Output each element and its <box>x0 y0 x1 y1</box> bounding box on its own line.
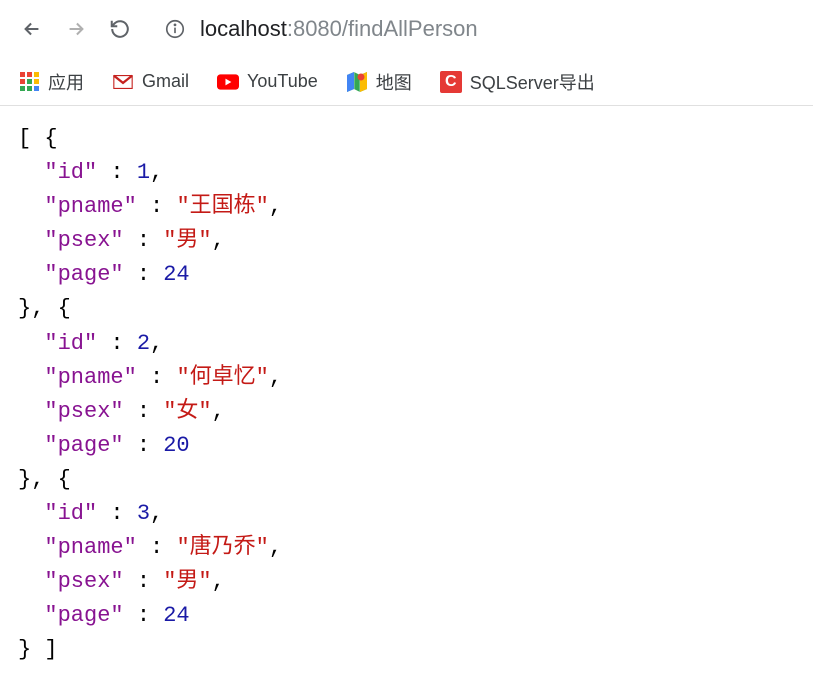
arrow-right-icon <box>65 18 87 40</box>
reload-button[interactable] <box>100 9 140 49</box>
bookmarks-bar: 应用 Gmail YouTube 地图 C SQLServer导出 <box>0 58 813 106</box>
bookmark-label: SQLServer导出 <box>470 69 595 95</box>
c-icon: C <box>440 71 462 93</box>
youtube-icon <box>217 71 239 93</box>
bookmark-apps[interactable]: 应用 <box>12 65 90 99</box>
json-response-body: [ { "id" : 1, "pname" : "王国栋", "psex" : … <box>0 106 813 684</box>
reload-icon <box>109 18 131 40</box>
browser-toolbar: localhost:8080/findAllPerson <box>0 0 813 58</box>
bookmark-label: YouTube <box>247 71 318 92</box>
bookmark-youtube[interactable]: YouTube <box>211 67 324 97</box>
bookmark-gmail[interactable]: Gmail <box>106 67 195 97</box>
arrow-left-icon <box>21 18 43 40</box>
apps-icon <box>18 71 40 93</box>
info-icon <box>164 18 186 40</box>
maps-icon <box>346 71 368 93</box>
bookmark-label: Gmail <box>142 71 189 92</box>
bookmark-label: 应用 <box>48 69 84 95</box>
bookmark-maps[interactable]: 地图 <box>340 65 418 99</box>
address-bar[interactable]: localhost:8080/findAllPerson <box>156 9 801 49</box>
url-text: localhost:8080/findAllPerson <box>200 16 478 42</box>
back-button[interactable] <box>12 9 52 49</box>
forward-button[interactable] <box>56 9 96 49</box>
gmail-icon <box>112 71 134 93</box>
bookmark-label: 地图 <box>376 69 412 95</box>
bookmark-sqlserver[interactable]: C SQLServer导出 <box>434 65 601 99</box>
